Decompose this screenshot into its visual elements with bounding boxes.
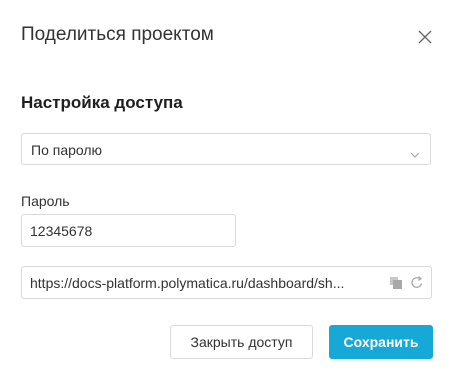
share-link-field[interactable]: https://docs-platform.polymatica.ru/dash… (21, 266, 432, 299)
share-link-text: https://docs-platform.polymatica.ru/dash… (30, 275, 345, 291)
save-button[interactable]: Сохранить (329, 325, 433, 359)
close-access-button[interactable]: Закрыть доступ (170, 325, 313, 359)
chevron-down-icon (410, 146, 420, 158)
access-mode-select[interactable]: По паролю (21, 133, 431, 165)
dialog-title: Поделиться проектом (21, 24, 214, 45)
close-icon[interactable] (416, 28, 434, 46)
share-project-dialog: Поделиться проектом Настройка доступа По… (0, 0, 455, 383)
access-mode-value: По паролю (31, 142, 103, 158)
password-label: Пароль (21, 193, 70, 209)
password-input[interactable] (21, 214, 236, 247)
refresh-icon[interactable] (410, 275, 424, 290)
access-settings-heading: Настройка доступа (21, 93, 183, 112)
copy-icon[interactable] (389, 276, 403, 290)
